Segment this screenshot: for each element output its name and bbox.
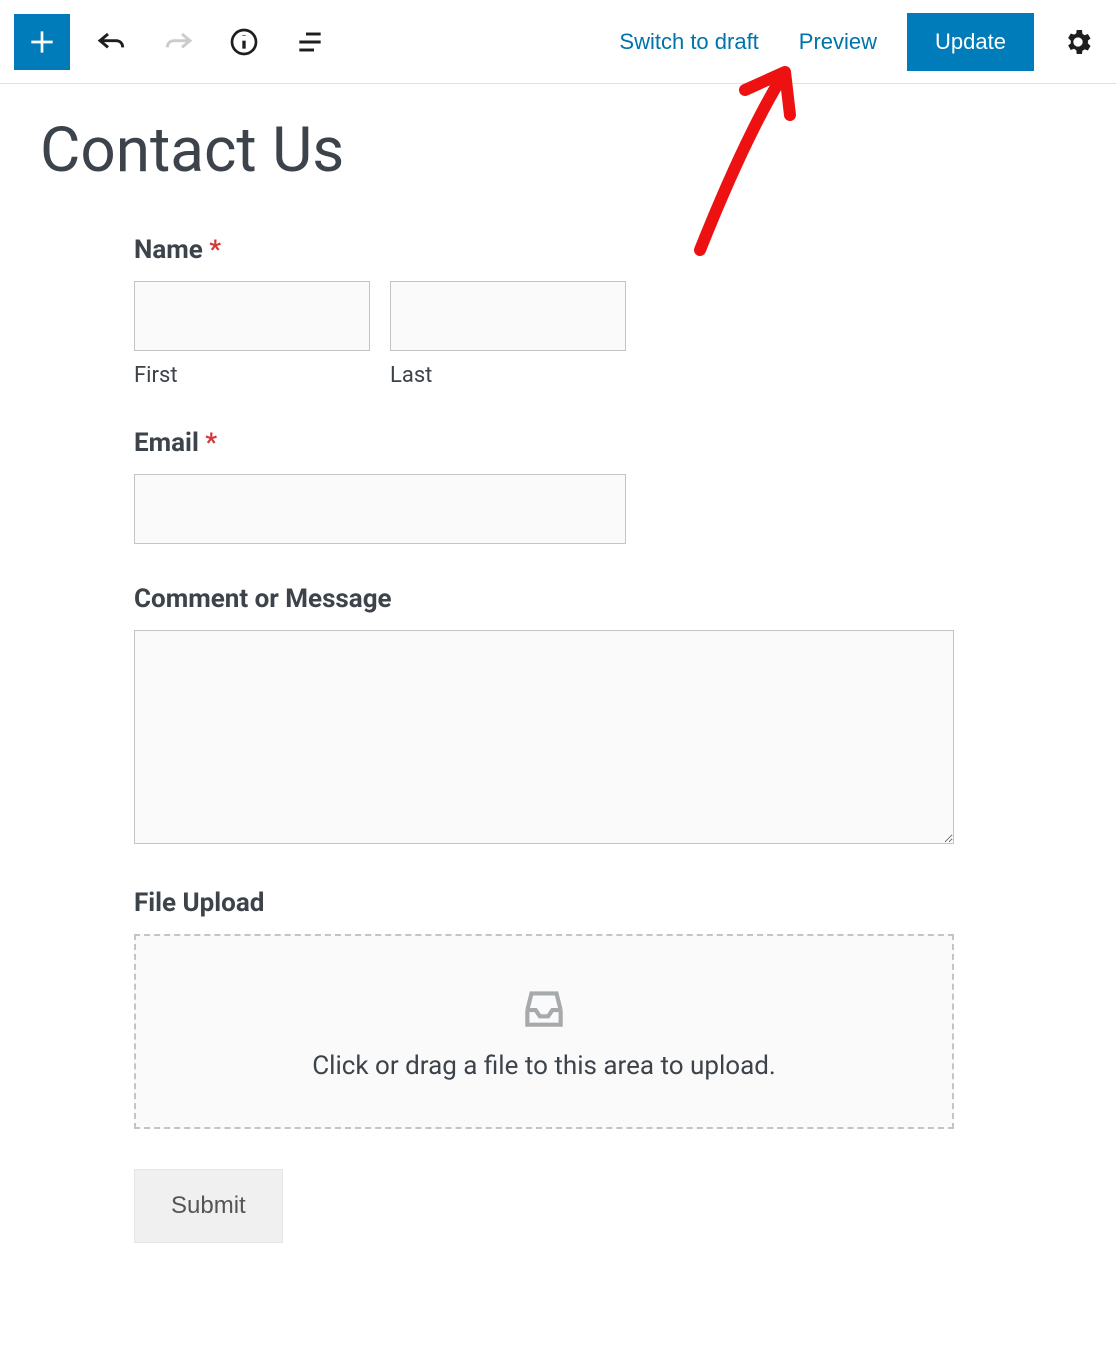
page-title[interactable]: Contact Us bbox=[40, 114, 1076, 187]
editor-content: Contact Us Name * First Last Email bbox=[0, 84, 1116, 1283]
message-textarea[interactable] bbox=[134, 630, 954, 844]
last-name-input[interactable] bbox=[390, 281, 626, 351]
name-label: Name * bbox=[134, 235, 954, 265]
name-row: First Last bbox=[134, 281, 954, 388]
file-upload-dropzone[interactable]: Click or drag a file to this area to upl… bbox=[134, 934, 954, 1129]
editor-toolbar: Switch to draft Preview Update bbox=[0, 0, 1116, 84]
contact-form: Name * First Last Email * Co bbox=[134, 235, 954, 1243]
undo-icon bbox=[96, 26, 128, 58]
required-indicator: * bbox=[209, 235, 221, 265]
email-input[interactable] bbox=[134, 474, 626, 544]
file-upload-group: File Upload Click or drag a file to this… bbox=[134, 888, 954, 1129]
switch-to-draft-button[interactable]: Switch to draft bbox=[609, 21, 768, 63]
redo-button[interactable] bbox=[154, 18, 202, 66]
last-name-column: Last bbox=[390, 281, 626, 388]
preview-button[interactable]: Preview bbox=[789, 21, 887, 63]
list-view-icon bbox=[294, 26, 326, 58]
file-upload-hint: Click or drag a file to this area to upl… bbox=[312, 1051, 776, 1081]
first-name-column: First bbox=[134, 281, 370, 388]
settings-button[interactable] bbox=[1054, 18, 1102, 66]
inbox-icon bbox=[519, 983, 569, 1033]
add-block-button[interactable] bbox=[14, 14, 70, 70]
toolbar-right-group: Switch to draft Preview Update bbox=[609, 13, 1102, 71]
update-button[interactable]: Update bbox=[907, 13, 1034, 71]
undo-button[interactable] bbox=[88, 18, 136, 66]
redo-icon bbox=[162, 26, 194, 58]
name-field-group: Name * First Last bbox=[134, 235, 954, 388]
email-field-group: Email * bbox=[134, 428, 954, 544]
message-label: Comment or Message bbox=[134, 584, 954, 614]
toolbar-left-group bbox=[14, 14, 334, 70]
info-icon bbox=[228, 26, 260, 58]
email-label-text: Email bbox=[134, 428, 199, 458]
last-name-sublabel: Last bbox=[390, 363, 626, 388]
info-button[interactable] bbox=[220, 18, 268, 66]
first-name-sublabel: First bbox=[134, 363, 370, 388]
gear-icon bbox=[1062, 26, 1094, 58]
first-name-input[interactable] bbox=[134, 281, 370, 351]
submit-button[interactable]: Submit bbox=[134, 1169, 283, 1243]
plus-icon bbox=[26, 26, 58, 58]
name-label-text: Name bbox=[134, 235, 203, 265]
email-label: Email * bbox=[134, 428, 954, 458]
list-view-button[interactable] bbox=[286, 18, 334, 66]
required-indicator: * bbox=[205, 428, 217, 458]
message-field-group: Comment or Message bbox=[134, 584, 954, 848]
file-upload-label: File Upload bbox=[134, 888, 954, 918]
